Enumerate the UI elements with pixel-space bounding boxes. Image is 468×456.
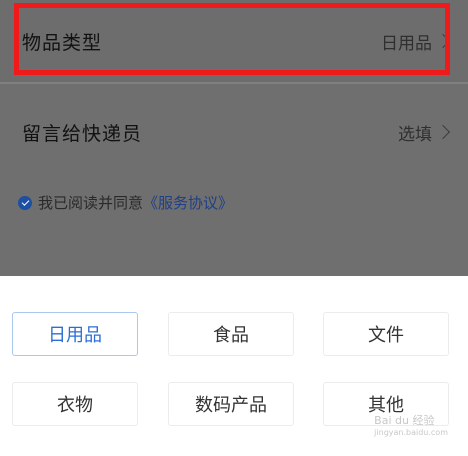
service-agreement-link[interactable]: 《服务协议》 (143, 192, 233, 213)
option-food[interactable]: 食品 (168, 312, 294, 356)
option-documents[interactable]: 文件 (323, 312, 449, 356)
option-daily-goods[interactable]: 日用品 (12, 312, 138, 356)
chevron-right-icon (435, 124, 451, 140)
watermark-url: jingyan.baidu.com (374, 428, 448, 437)
shipping-form: 物品类型 日用品 留言给快递员 选填 我已阅读并同意 《服务协议》 (0, 0, 468, 276)
message-value-group: 选填 (398, 120, 451, 145)
checkbox-checked-icon[interactable] (18, 195, 32, 210)
watermark-text: Bai du 经验 (374, 414, 435, 427)
message-label: 留言给快递员 (22, 122, 143, 145)
message-value: 选填 (398, 124, 432, 145)
watermark: Bai du 经验 jingyan.baidu.com (374, 412, 448, 437)
highlight-box (14, 3, 450, 75)
option-clothing[interactable]: 衣物 (12, 382, 138, 426)
message-row[interactable]: 留言给快递员 选填 (0, 91, 468, 173)
agreement-text: 我已阅读并同意 (38, 194, 144, 212)
divider (0, 82, 468, 84)
option-digital-products[interactable]: 数码产品 (168, 382, 294, 426)
agreement-row[interactable]: 我已阅读并同意 《服务协议》 (18, 192, 233, 213)
